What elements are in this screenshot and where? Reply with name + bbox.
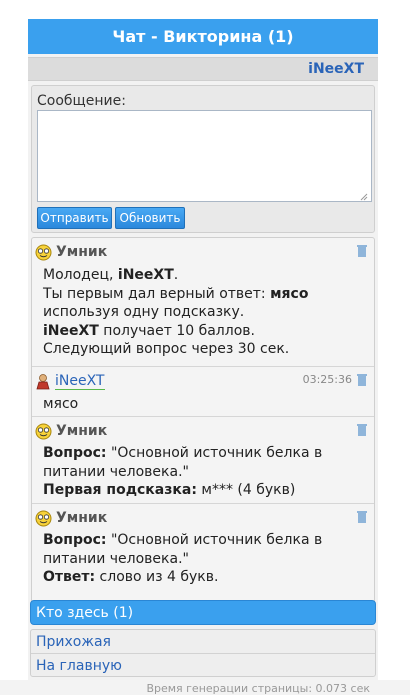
message-text: мясо	[43, 396, 79, 412]
user-icon	[36, 373, 50, 389]
message-form: Сообщение: Отправить Обновить	[31, 85, 375, 233]
chat-page: Чат - Викторина (1) iNeeXT Сообщение: От…	[28, 19, 378, 695]
message-text: Вопрос: "Основной источник белка в питан…	[43, 445, 323, 498]
message-item: Умник Вопрос: "Основной источник белка в…	[32, 504, 374, 590]
smiley-icon	[35, 510, 52, 526]
message-item: Умник Молодец, iNeeXT. Ты первым дал вер…	[32, 238, 374, 367]
trash-icon[interactable]	[356, 373, 368, 387]
page-title: Чат - Викторина (1)	[28, 19, 378, 54]
message-label: Сообщение:	[37, 93, 126, 109]
message-text: Вопрос: "Основной источник белка в питан…	[43, 532, 323, 585]
refresh-button[interactable]: Обновить	[115, 207, 185, 229]
message-author[interactable]: iNeeXT	[55, 373, 105, 390]
smiley-icon	[35, 423, 52, 439]
hall-link[interactable]: Прихожая	[36, 631, 111, 653]
message-input[interactable]	[37, 110, 372, 202]
trash-icon[interactable]	[356, 423, 368, 437]
message-item: Умник Вопрос: "Основной источник белка в…	[32, 417, 374, 504]
resize-grip-icon[interactable]	[360, 193, 368, 201]
user-bar: iNeeXT	[28, 57, 378, 81]
username-link[interactable]: iNeeXT	[308, 61, 364, 77]
trash-icon[interactable]	[356, 510, 368, 524]
home-link[interactable]: На главную	[36, 655, 122, 677]
message-list: Умник Молодец, iNeeXT. Ты первым дал вер…	[31, 237, 375, 609]
message-time: 03:25:36	[302, 373, 352, 386]
message-text: Молодец, iNeeXT. Ты первым дал верный от…	[43, 267, 309, 357]
message-author: Умник	[56, 244, 108, 260]
who-is-here-link[interactable]: Кто здесь (1)	[30, 600, 376, 625]
divider	[31, 653, 375, 654]
message-item: iNeeXT 03:25:36 мясо	[32, 367, 374, 417]
send-button[interactable]: Отправить	[37, 207, 112, 229]
footer: Время генерации страницы: 0.073 сек	[0, 680, 410, 695]
trash-icon[interactable]	[356, 244, 368, 258]
nav-list: Прихожая На главную	[30, 629, 376, 677]
message-author: Умник	[56, 510, 108, 526]
generation-time: Время генерации страницы: 0.073 сек	[146, 682, 370, 695]
message-author: Умник	[56, 423, 108, 439]
smiley-icon	[35, 244, 52, 260]
